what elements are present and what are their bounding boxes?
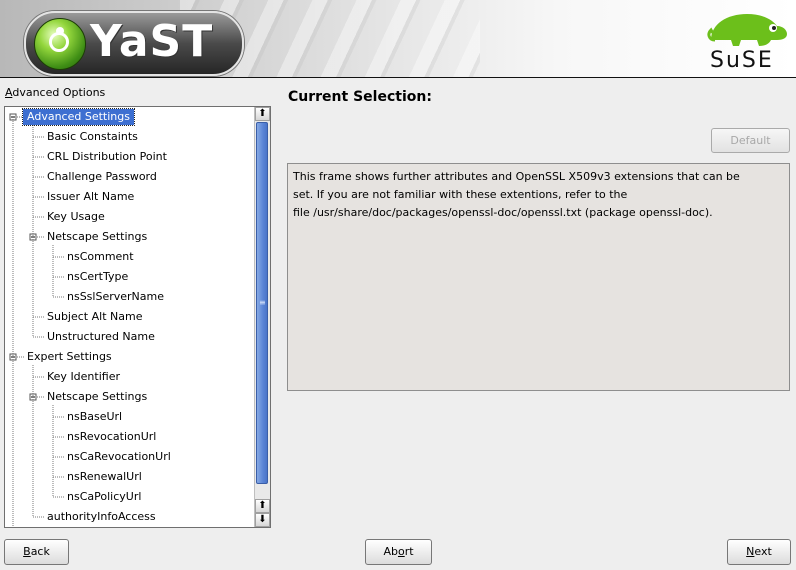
default-button[interactable]: Default [711, 128, 790, 153]
yast-ball-icon [34, 18, 86, 70]
suse-logo: SuSE [702, 6, 792, 74]
tree-node[interactable]: Advanced Settings [22, 108, 135, 126]
chameleon-icon [707, 14, 787, 46]
tree-node[interactable]: Unstructured Name [47, 329, 155, 345]
tree-node[interactable]: nsSslServerName [67, 289, 164, 305]
help-text-frame: This frame shows further attributes and … [287, 163, 790, 391]
tree-node[interactable]: Expert Settings [27, 349, 112, 365]
help-line: file /usr/share/doc/packages/openssl-doc… [293, 206, 713, 219]
abort-button[interactable]: Abort [365, 539, 432, 565]
tree-node[interactable]: CRL Distribution Point [47, 149, 167, 165]
tree-scrollbar[interactable]: ⬆ ≡ ⬆ ⬇ [254, 107, 270, 527]
scroll-down-button[interactable]: ⬇ [255, 513, 270, 527]
help-line: This frame shows further attributes and … [293, 170, 740, 183]
tree-node[interactable]: Issuer Alt Name [47, 189, 134, 205]
scroll-up-button-lower[interactable]: ⬆ [255, 499, 270, 513]
tree-node[interactable]: nsComment [67, 249, 134, 265]
tree-node[interactable]: nsRevocationUrl [67, 429, 156, 445]
tree-node[interactable]: Basic Constaints [47, 129, 138, 145]
yast-logo-text: YaST [90, 16, 214, 67]
tree-node[interactable]: Key Identifier [47, 369, 120, 385]
header-banner: YaST SuSE [0, 0, 796, 78]
tree-node[interactable]: nsCertType [67, 269, 128, 285]
tree-node[interactable]: Key Usage [47, 209, 105, 225]
tree-node[interactable]: nsBaseUrl [67, 409, 122, 425]
header-divider [0, 77, 796, 78]
tree-node[interactable]: Subject Alt Name [47, 309, 142, 325]
scroll-up-button[interactable]: ⬆ [255, 107, 270, 121]
next-button[interactable]: Next [727, 539, 791, 565]
yast-logo: YaST [24, 11, 244, 76]
tree-node[interactable]: Challenge Password [47, 169, 157, 185]
tree-node[interactable]: Netscape Settings [47, 389, 147, 405]
back-button[interactable]: Back [4, 539, 69, 565]
tree-node[interactable]: nsCaRevocationUrl [67, 449, 171, 465]
tree-node[interactable]: nsRenewalUrl [67, 469, 142, 485]
current-selection-title: Current Selection: [288, 89, 432, 105]
tree-node[interactable]: authorityInfoAccess [47, 509, 156, 525]
tree-node[interactable]: Netscape Settings [47, 229, 147, 245]
scrollbar-thumb[interactable]: ≡ [256, 122, 268, 484]
tree-node[interactable]: nsCaPolicyUrl [67, 489, 141, 505]
tree-label: Advanced Options [5, 86, 106, 99]
suse-logo-text: SuSE [710, 48, 774, 73]
help-line: set. If you are not familiar with these … [293, 188, 628, 201]
advanced-options-tree[interactable]: Advanced Settings Basic Constaints CRL Dis… [4, 106, 271, 528]
